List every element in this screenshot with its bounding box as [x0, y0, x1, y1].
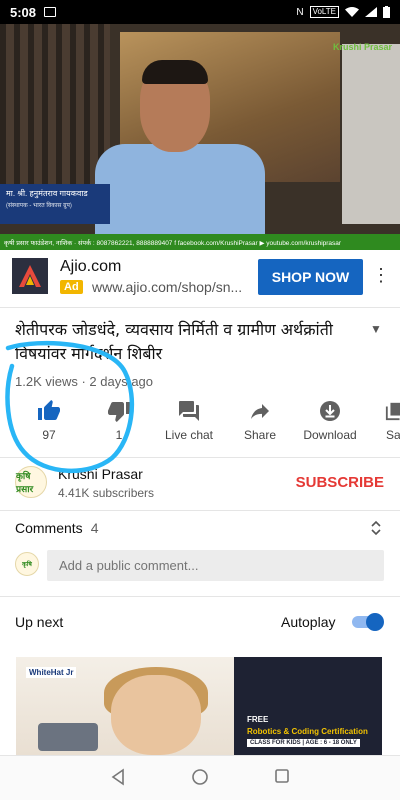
comments-count: 4: [90, 520, 99, 536]
dislike-count: 1: [115, 428, 123, 442]
channel-avatar[interactable]: कृषि प्रसार: [15, 466, 47, 498]
video-background-door: [342, 44, 400, 224]
divider: [0, 457, 400, 458]
live-chat-icon: [179, 401, 199, 421]
status-bar: 5:08 N VoLTE: [0, 0, 400, 24]
expand-description-icon[interactable]: ▼: [370, 322, 382, 336]
video-meta: 1.2K views · 2 days ago: [15, 374, 154, 389]
back-icon[interactable]: [110, 768, 126, 786]
save-label: Sa: [386, 428, 400, 442]
video-channel-watermark: Krushi Prasar: [332, 42, 392, 52]
battery-icon: [383, 6, 390, 18]
clock: 5:08: [10, 4, 37, 20]
subscriber-count: 4.41K subscribers: [58, 486, 155, 500]
channel-row[interactable]: कृषि प्रसार Krushi Prasar 4.41K subscrib…: [0, 462, 400, 506]
video-player[interactable]: Krushi Prasar मा. श्री. हनुमंतराव गायकवा…: [0, 24, 400, 250]
like-count: 97: [42, 428, 56, 442]
channel-name[interactable]: Krushi Prasar: [58, 466, 143, 482]
recents-icon[interactable]: [274, 768, 290, 784]
video-ticker: कृषी प्रसार फाउंडेशन, नाशिक · संपर्क : 8…: [0, 234, 400, 250]
divider: [0, 510, 400, 511]
volte-badge: VoLTE: [309, 6, 339, 18]
autoplay-label: Autoplay: [281, 614, 336, 630]
wifi-icon: [345, 7, 359, 17]
ad-badge: Ad: [60, 280, 83, 294]
download-icon: [320, 401, 340, 421]
action-row: 97 1 Live chat Share Download Sa: [0, 398, 400, 452]
thumbnail-child-face: [111, 675, 201, 755]
comment-input[interactable]: [47, 550, 384, 581]
up-next-thumbnail[interactable]: WhiteHat Jr: [16, 657, 240, 755]
ad-url[interactable]: www.ajio.com/shop/sn...: [92, 279, 242, 295]
ad-card[interactable]: Ajio.com Ad www.ajio.com/shop/sn... SHOP…: [0, 250, 400, 308]
live-chat-button[interactable]: Live chat: [149, 398, 229, 442]
nfc-icon: N: [296, 6, 304, 18]
share-button[interactable]: Share: [220, 398, 300, 442]
ad-more-menu-icon[interactable]: ⋮: [372, 265, 390, 285]
subscribe-button[interactable]: SUBSCRIBE: [296, 474, 384, 491]
thumbnail-robot: [38, 723, 98, 751]
status-icons: N VoLTE: [296, 6, 390, 18]
comments-expand-icon[interactable]: [370, 520, 382, 539]
image-notification-icon: [44, 7, 57, 17]
system-nav-bar: [0, 755, 400, 800]
ad-title[interactable]: Ajio.com: [60, 258, 121, 276]
live-chat-label: Live chat: [164, 428, 214, 442]
up-next-label: Up next: [15, 614, 64, 630]
share-label: Share: [243, 428, 277, 442]
autoplay-toggle-knob: [366, 613, 384, 631]
dislike-button[interactable]: 1: [79, 398, 159, 442]
nameplate-name: मा. श्री. हनुमंतराव गायकवाड: [6, 189, 88, 198]
user-avatar: कृषि: [15, 552, 39, 576]
signal-icon: [365, 7, 377, 17]
thumbnail-free-label: FREE: [247, 715, 269, 724]
comments-heading: Comments: [15, 520, 83, 536]
thumbs-up-icon: [38, 400, 60, 420]
thumbs-down-icon: [108, 402, 130, 422]
save-icon: [385, 402, 400, 421]
up-next-thumbnail-ad[interactable]: FREE Robotics & Coding Certification CLA…: [234, 657, 382, 755]
video-nameplate: मा. श्री. हनुमंतराव गायकवाड (संस्थापक - …: [0, 184, 110, 224]
autoplay-toggle[interactable]: [350, 613, 384, 631]
divider: [0, 596, 400, 597]
whitehat-logo: WhiteHat Jr: [26, 667, 77, 678]
save-button[interactable]: Sa: [355, 398, 400, 442]
video-speaker-hair: [142, 60, 208, 84]
share-icon: [251, 404, 269, 419]
video-title-block[interactable]: शेतीपरक जोडधंदे, व्यवसाय निर्मिती व ग्रा…: [15, 318, 365, 366]
nameplate-subtitle: (संस्थापक - भारत विकास ग्रुप): [6, 203, 72, 209]
thumbnail-age-tag: CLASS FOR KIDS | AGE : 6 - 18 ONLY: [247, 739, 360, 747]
like-button[interactable]: 97: [9, 398, 89, 442]
thumbnail-course-title: Robotics & Coding Certification: [247, 727, 368, 736]
ajio-logo-icon: [12, 258, 48, 294]
comments-header[interactable]: Comments 4: [15, 520, 98, 536]
shop-now-button[interactable]: SHOP NOW: [258, 259, 363, 295]
video-speaker-body: [95, 144, 265, 244]
home-icon[interactable]: [191, 768, 209, 786]
video-title[interactable]: शेतीपरक जोडधंदे, व्यवसाय निर्मिती व ग्रा…: [15, 318, 365, 366]
